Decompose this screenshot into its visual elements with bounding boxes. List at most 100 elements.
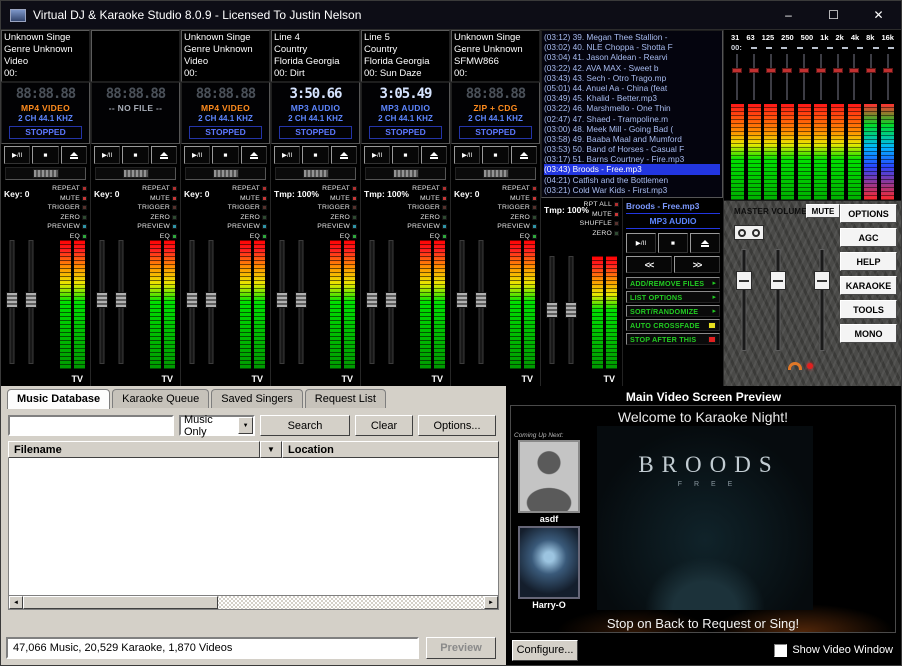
seek-handle[interactable] <box>33 169 59 178</box>
toggle-mute[interactable]: MUTE <box>407 194 447 204</box>
eq-band-slider[interactable] <box>781 54 793 100</box>
tv-button[interactable]: TV <box>251 374 263 384</box>
pitch-fader[interactable] <box>546 256 558 364</box>
menu-list-options[interactable]: LIST OPTIONS▸ <box>626 291 720 303</box>
eject-button[interactable] <box>511 146 537 164</box>
master-fader-right[interactable] <box>770 249 786 351</box>
eject-button[interactable] <box>151 146 177 164</box>
eq-handle[interactable] <box>782 68 792 73</box>
seek-slider[interactable] <box>455 167 536 180</box>
toggle-preview[interactable]: PREVIEW <box>497 222 537 232</box>
toggle-zero[interactable]: ZERO <box>137 213 177 223</box>
fader-handle[interactable] <box>25 292 37 308</box>
playlist-row[interactable]: (03:02) 40. NLE Choppa - Shotta F <box>544 42 720 52</box>
tv-button[interactable]: TV <box>603 374 615 384</box>
stop-button[interactable]: ■ <box>482 146 508 164</box>
pitch-fader[interactable] <box>96 240 108 364</box>
playlist-stop-button[interactable]: ■ <box>658 233 688 253</box>
seek-slider[interactable] <box>365 167 446 180</box>
help-button[interactable]: HELP <box>840 252 897 271</box>
balance-control[interactable] <box>734 225 764 240</box>
toggle-preview[interactable]: PREVIEW <box>227 222 267 232</box>
pitch-fader[interactable] <box>276 240 288 364</box>
search-input[interactable] <box>8 415 174 436</box>
maximize-button[interactable]: ☐ <box>811 1 856 29</box>
pitch-fader[interactable] <box>456 240 468 364</box>
seek-handle[interactable] <box>303 169 329 178</box>
fader-handle[interactable] <box>475 292 487 308</box>
playlist-row[interactable]: (03:43) 43. Sech - Otro Trago.mp <box>544 73 720 83</box>
volume-fader[interactable] <box>25 240 37 364</box>
toggle-mute[interactable]: MUTE <box>137 194 177 204</box>
toggle-trigger[interactable]: TRIGGER <box>227 203 267 213</box>
toggle-shuffle[interactable]: SHUFFLE <box>580 219 619 229</box>
checkbox-icon[interactable] <box>774 644 787 657</box>
eject-button[interactable] <box>331 146 357 164</box>
pitch-fader[interactable] <box>366 240 378 364</box>
agc-button[interactable]: AGC <box>840 228 897 247</box>
menu-stop-after-this[interactable]: STOP AFTER THIS <box>626 333 720 345</box>
seek-slider[interactable] <box>275 167 356 180</box>
tools-button[interactable]: TOOLS <box>840 300 897 319</box>
fader-handle[interactable] <box>456 292 468 308</box>
seek-handle[interactable] <box>123 169 149 178</box>
eq-handle[interactable] <box>766 68 776 73</box>
tab-music-database[interactable]: Music Database <box>7 389 110 409</box>
previous-track-button[interactable]: << <box>626 256 672 273</box>
fader-handle[interactable] <box>546 302 558 318</box>
karaoke-button[interactable]: KARAOKE <box>840 276 897 295</box>
volume-fader[interactable] <box>475 240 487 364</box>
horizontal-scrollbar[interactable]: ◄ ► <box>8 596 499 610</box>
seek-handle[interactable] <box>393 169 419 178</box>
eq-band-slider[interactable] <box>765 54 777 100</box>
mono-button[interactable]: MONO <box>840 324 897 343</box>
next-track-button[interactable]: >> <box>674 256 720 273</box>
playlist-row[interactable]: (03:22) 46. Marshmello - One Thin <box>544 103 720 113</box>
toggle-trigger[interactable]: TRIGGER <box>497 203 537 213</box>
scrollbar-thumb[interactable] <box>23 596 218 609</box>
fader-handle[interactable] <box>186 292 198 308</box>
eq-handle[interactable] <box>883 68 893 73</box>
toggle-mute[interactable]: MUTE <box>497 194 537 204</box>
toggle-preview[interactable]: PREVIEW <box>317 222 357 232</box>
toggle-repeat[interactable]: REPEAT <box>497 184 537 194</box>
playlist-row[interactable]: (03:49) 45. Khalid - Better.mp3 <box>544 93 720 103</box>
seek-handle[interactable] <box>483 169 509 178</box>
seek-slider[interactable] <box>5 167 86 180</box>
playlist-row[interactable]: (03:12) 39. Megan Thee Stallion - <box>544 32 720 42</box>
volume-fader[interactable] <box>295 240 307 364</box>
toggle-mute[interactable]: MUTE <box>47 194 87 204</box>
stop-button[interactable]: ■ <box>392 146 418 164</box>
play-pause-button[interactable]: ▶/II <box>4 146 30 164</box>
playlist-row[interactable]: (03:58) 49. Baaba Maal and Mumford <box>544 134 720 144</box>
filter-dropdown[interactable]: Music Only ▼ <box>179 415 255 436</box>
eject-button[interactable] <box>421 146 447 164</box>
column-header-filename[interactable]: Filename <box>8 441 260 458</box>
toggle-trigger[interactable]: TRIGGER <box>407 203 447 213</box>
playlist-row[interactable]: (04:21) Catfish and the Bottlemen <box>544 175 720 185</box>
toggle-repeat[interactable]: REPEAT <box>227 184 267 194</box>
fader-handle[interactable] <box>96 292 108 308</box>
eq-band-slider[interactable] <box>748 54 760 100</box>
volume-fader[interactable] <box>385 240 397 364</box>
column-header-location[interactable]: Location <box>282 441 499 458</box>
menu-auto-crossfade[interactable]: AUTO CROSSFADE <box>626 319 720 331</box>
toggle-zero[interactable]: ZERO <box>407 213 447 223</box>
eq-band-slider[interactable] <box>865 54 877 100</box>
playlist-row[interactable]: (03:21) Cold War Kids - First.mp3 <box>544 185 720 195</box>
toggle-mute[interactable]: MUTE <box>580 210 619 220</box>
seek-slider[interactable] <box>95 167 176 180</box>
eq-band-slider[interactable] <box>832 54 844 100</box>
playlist-row[interactable]: (03:00) 48. Meek Mill - Going Bad ( <box>544 124 720 134</box>
tab-saved-singers[interactable]: Saved Singers <box>211 389 303 408</box>
fader-handle[interactable] <box>205 292 217 308</box>
playlist-row[interactable]: (03:22) 42. AVA MAX - Sweet b <box>544 63 720 73</box>
tab-request-list[interactable]: Request List <box>305 389 386 408</box>
toggle-preview[interactable]: PREVIEW <box>137 222 177 232</box>
playlist-row[interactable]: (02:47) 47. Shaed - Trampoline.m <box>544 114 720 124</box>
toggle-repeat[interactable]: REPEAT <box>317 184 357 194</box>
master-fader-left[interactable] <box>736 249 752 351</box>
toggle-preview[interactable]: PREVIEW <box>407 222 447 232</box>
preview-button[interactable]: Preview <box>426 637 496 659</box>
play-pause-button[interactable]: ▶/II <box>274 146 300 164</box>
